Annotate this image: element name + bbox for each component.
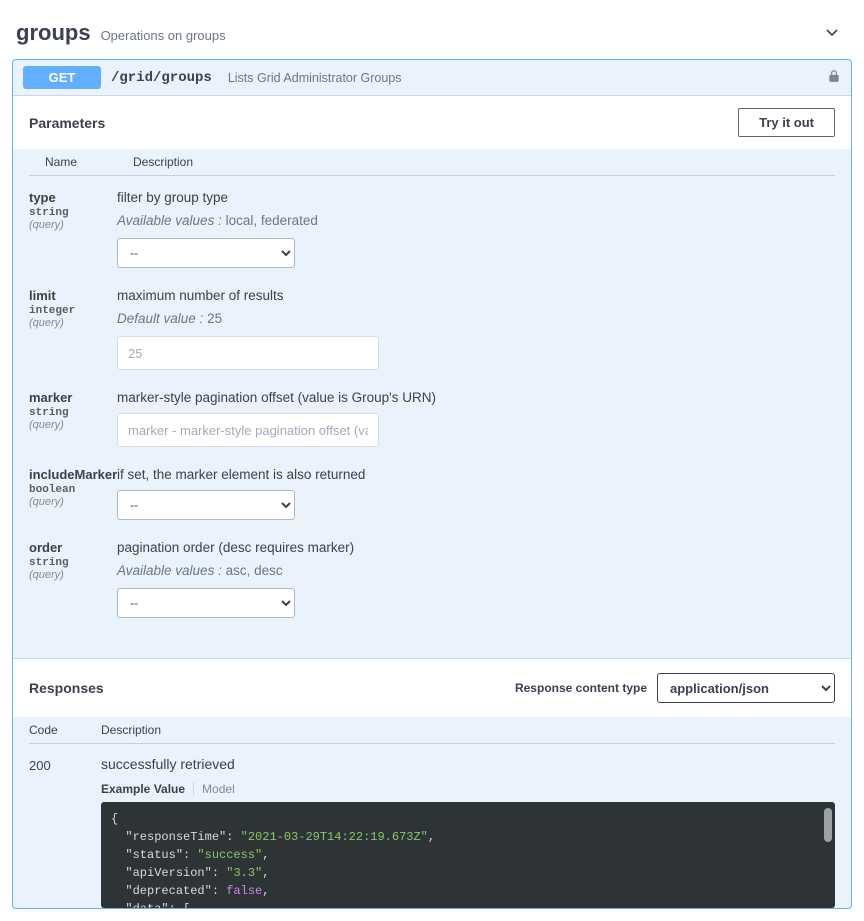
param-select-order[interactable]: -- <box>117 588 295 618</box>
param-type: string <box>29 407 117 419</box>
param-location: (query) <box>29 219 117 231</box>
param-description: if set, the marker element is also retur… <box>117 467 835 482</box>
response-description: successfully retrieved <box>101 756 835 772</box>
param-type: string <box>29 207 117 219</box>
param-input-marker[interactable] <box>117 413 379 447</box>
section-header[interactable]: groups Operations on groups <box>12 12 852 59</box>
parameters-header: Parameters Try it out <box>13 96 851 149</box>
param-name: order <box>29 540 117 555</box>
operation-summary: Lists Grid Administrator Groups <box>228 71 402 85</box>
code-header: Code <box>29 723 101 737</box>
param-name: marker <box>29 390 117 405</box>
chevron-down-icon[interactable] <box>816 20 848 49</box>
param-row-order: order string (query) pagination order (d… <box>29 530 835 628</box>
responses-title: Responses <box>29 680 104 696</box>
lock-icon[interactable] <box>827 69 841 86</box>
response-code: 200 <box>29 756 101 908</box>
responses-header: Responses Response content type applicat… <box>13 658 851 717</box>
response-content-type-label: Response content type <box>515 681 647 695</box>
response-content-type-select[interactable]: application/json <box>657 673 835 703</box>
section-subtitle: Operations on groups <box>101 28 226 43</box>
parameters-title: Parameters <box>29 115 105 131</box>
param-description: marker-style pagination offset (value is… <box>117 390 835 405</box>
param-name: type <box>29 190 117 205</box>
param-type: string <box>29 557 117 569</box>
description-header: Description <box>101 723 835 737</box>
response-row-200: 200 successfully retrieved Example Value… <box>29 756 835 908</box>
param-type: boolean <box>29 484 117 496</box>
param-description: pagination order (desc requires marker) <box>117 540 835 555</box>
param-row-limit: limit integer (query) maximum number of … <box>29 278 835 380</box>
param-name: includeMarker <box>29 467 117 482</box>
parameters-table-header: Name Description <box>29 149 835 176</box>
param-row-marker: marker string (query) marker-style pagin… <box>29 380 835 457</box>
param-description: maximum number of results <box>117 288 835 303</box>
tab-example-value[interactable]: Example Value <box>101 782 194 796</box>
param-location: (query) <box>29 317 117 329</box>
col-name-header: Name <box>45 155 133 169</box>
section-title: groups <box>16 20 91 46</box>
tab-model[interactable]: Model <box>194 782 235 796</box>
param-description: filter by group type <box>117 190 835 205</box>
param-row-includemarker: includeMarker boolean (query) if set, th… <box>29 457 835 530</box>
operation-container: GET /grid/groups Lists Grid Administrato… <box>12 59 852 909</box>
param-select-includemarker[interactable]: -- <box>117 490 295 520</box>
param-row-type: type string (query) filter by group type… <box>29 180 835 278</box>
scrollbar-thumb[interactable] <box>824 808 832 842</box>
operation-path: /grid/groups <box>111 70 212 86</box>
col-description-header: Description <box>133 155 819 169</box>
param-type: integer <box>29 305 117 317</box>
http-method-badge: GET <box>23 66 101 89</box>
param-name: limit <box>29 288 117 303</box>
param-location: (query) <box>29 419 117 431</box>
responses-table-header: Code Description <box>29 717 835 744</box>
param-select-type[interactable]: -- <box>117 238 295 268</box>
operation-header[interactable]: GET /grid/groups Lists Grid Administrato… <box>13 60 851 95</box>
try-it-out-button[interactable]: Try it out <box>738 108 835 137</box>
response-example-code[interactable]: { "responseTime": "2021-03-29T14:22:19.6… <box>101 802 835 908</box>
param-location: (query) <box>29 496 117 508</box>
param-location: (query) <box>29 569 117 581</box>
param-input-limit[interactable] <box>117 336 379 370</box>
